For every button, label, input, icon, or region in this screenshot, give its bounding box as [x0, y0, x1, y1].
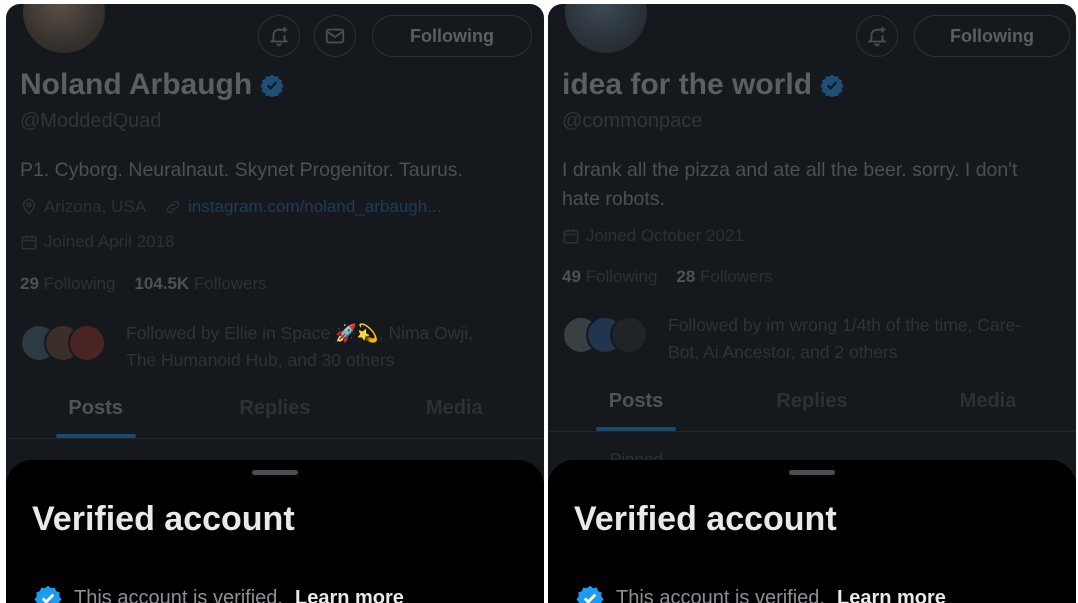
link-icon	[166, 200, 180, 214]
sheet-drag-handle[interactable]	[252, 470, 298, 475]
joined-date: Joined April 2018	[20, 232, 174, 252]
bio-line: I drank all the pizza and ate all the be…	[562, 159, 1018, 181]
profile-avatar[interactable]	[20, 4, 108, 56]
verified-badge-icon[interactable]	[260, 73, 284, 97]
tab-media[interactable]: Media	[365, 397, 544, 420]
verified-badge-icon	[34, 585, 62, 603]
verified-account-sheet: Verified account This account is verifie…	[548, 460, 1076, 603]
followed-by-line: The Humanoid Hub, and 30 others	[126, 350, 395, 370]
verified-badge-icon[interactable]	[820, 73, 844, 97]
tab-replies[interactable]: Replies	[724, 390, 900, 413]
followed-by-line: Followed by im wrong 1/4th of the time, …	[668, 315, 1022, 335]
followed-by-avatars	[20, 320, 106, 362]
following-label[interactable]: Following	[586, 267, 658, 286]
sheet-text: This account is verified.	[616, 586, 825, 603]
followed-by-line: Bot, Ai Ancestor, and 2 others	[668, 342, 898, 362]
sheet-title: Verified account	[32, 500, 295, 538]
followed-by-row[interactable]: Followed by Ellie in Space 🚀💫, Nima Owji…	[20, 320, 473, 374]
followers-label[interactable]: Followers	[194, 274, 267, 293]
followed-by-avatars	[562, 312, 648, 354]
joined-text: Joined April 2018	[44, 232, 175, 251]
bio-line: hate robots.	[562, 188, 665, 210]
learn-more-link[interactable]: Learn more	[837, 587, 946, 603]
tab-posts[interactable]: Posts	[6, 397, 185, 420]
followers-count[interactable]: 28	[676, 267, 695, 286]
following-label[interactable]: Following	[44, 274, 116, 293]
following-button[interactable]: Following	[372, 15, 532, 57]
followers-count[interactable]: 104.5K	[134, 274, 189, 293]
sheet-title: Verified account	[574, 500, 837, 538]
profile-meta-location-link: Arizona, USA instagram.com/noland_arbaug…	[20, 197, 441, 217]
user-handle: @ModdedQuad	[20, 110, 162, 132]
tabs-divider	[6, 438, 544, 439]
followed-by-line: Followed by Ellie in Space 🚀💫, Nima Owji…	[126, 323, 474, 343]
user-handle: @commonpace	[562, 110, 703, 132]
notifications-button[interactable]	[258, 15, 300, 57]
sheet-description: This account is verified. Learn more	[34, 584, 404, 603]
followed-by-text: Followed by im wrong 1/4th of the time, …	[668, 312, 1021, 366]
following-button[interactable]: Following	[914, 15, 1070, 57]
bell-plus-icon	[269, 26, 289, 47]
verified-account-sheet: Verified account This account is verifie…	[6, 460, 544, 603]
sheet-drag-handle[interactable]	[789, 470, 835, 475]
following-count[interactable]: 29	[20, 274, 39, 293]
message-button[interactable]	[314, 15, 356, 57]
profile-link[interactable]: instagram.com/noland_arbaugh...	[188, 197, 441, 217]
followed-by-row[interactable]: Followed by im wrong 1/4th of the time, …	[562, 312, 1021, 366]
follow-counts: 29 Following 104.5K Followers	[20, 274, 267, 294]
envelope-icon	[325, 28, 345, 44]
tab-posts[interactable]: Posts	[548, 390, 724, 413]
following-count[interactable]: 49	[562, 267, 581, 286]
sheet-description: This account is verified. Learn more	[576, 584, 946, 603]
display-name: Noland Arbaugh	[20, 68, 284, 102]
joined-text: Joined October 2021	[586, 226, 744, 245]
profile-bio: P1. Cyborg. Neuralnaut. Skynet Progenito…	[20, 159, 463, 181]
sheet-text: This account is verified.	[74, 586, 283, 603]
followed-by-text: Followed by Ellie in Space 🚀💫, Nima Owji…	[126, 320, 473, 374]
verified-badge-icon	[576, 585, 604, 603]
follow-counts: 49 Following 28 Followers	[562, 267, 773, 287]
location-text: Arizona, USA	[44, 197, 147, 216]
learn-more-link[interactable]: Learn more	[295, 587, 404, 603]
display-name: idea for the world	[562, 68, 844, 102]
profile-panel-right: Following idea for the world @commonpace…	[548, 4, 1076, 603]
profile-tabs: Posts Replies Media	[548, 390, 1076, 413]
calendar-icon	[563, 229, 579, 244]
profile-bio: I drank all the pizza and ate all the be…	[562, 156, 1017, 214]
notifications-button[interactable]	[856, 15, 898, 57]
display-name-text: idea for the world	[562, 68, 813, 101]
followers-label[interactable]: Followers	[700, 267, 773, 286]
follower-avatar	[68, 324, 106, 362]
profile-avatar[interactable]	[562, 4, 650, 56]
tabs-divider	[548, 431, 1076, 432]
profile-tabs: Posts Replies Media	[6, 397, 544, 420]
tab-replies[interactable]: Replies	[185, 397, 364, 420]
calendar-icon	[21, 235, 37, 250]
tab-media[interactable]: Media	[900, 390, 1076, 413]
profile-panel-left: Following Noland Arbaugh @ModdedQuad P1.…	[6, 4, 544, 603]
follower-avatar	[610, 316, 648, 354]
joined-date: Joined October 2021	[562, 226, 744, 246]
location-pin-icon	[22, 198, 36, 215]
display-name-text: Noland Arbaugh	[20, 68, 253, 101]
bell-plus-icon	[867, 26, 887, 47]
